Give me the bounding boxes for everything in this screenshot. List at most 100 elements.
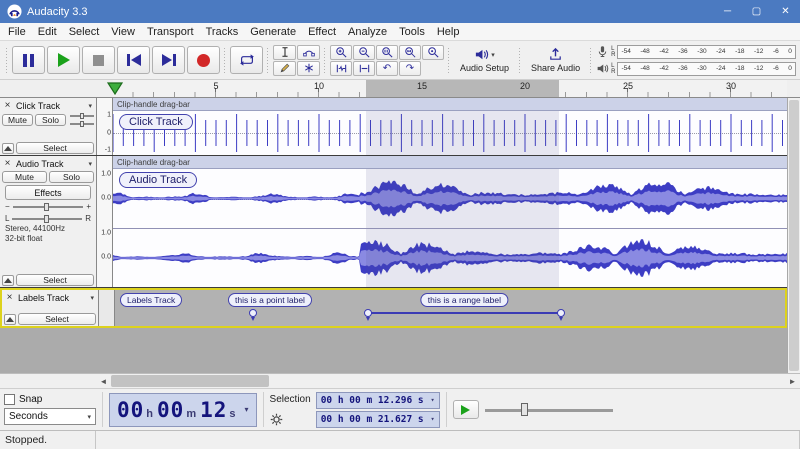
snap-checkbox[interactable]: [4, 394, 15, 405]
pause-button[interactable]: [12, 46, 45, 74]
mute-button[interactable]: Mute: [2, 171, 47, 183]
menu-item[interactable]: Edit: [32, 23, 63, 40]
selection-end-field[interactable]: 00 h 00 m 21.627 s▾: [316, 411, 440, 428]
close-track-button[interactable]: ×: [2, 158, 13, 169]
recording-meter[interactable]: LR -54-48-42-36-30-24-18-12-60: [596, 44, 796, 60]
menu-item[interactable]: Analyze: [342, 23, 393, 40]
gain-slider[interactable]: [13, 203, 84, 211]
click-track-vertical-ruler[interactable]: 1 0 -1: [97, 98, 113, 155]
menu-item[interactable]: Tools: [393, 23, 431, 40]
menu-item[interactable]: Tracks: [200, 23, 245, 40]
toolbar-grip[interactable]: [447, 47, 451, 73]
envelope-tool-button[interactable]: [297, 45, 320, 60]
click-track-waveform-area[interactable]: Clip-handle drag-bar Click Track: [113, 98, 787, 155]
menu-item[interactable]: Transport: [141, 23, 200, 40]
track-name-pill[interactable]: Click Track: [119, 114, 193, 130]
label-pill[interactable]: this is a range label: [421, 293, 508, 307]
trim-outside-selection-button[interactable]: [330, 61, 352, 76]
label-marker[interactable]: [249, 309, 257, 317]
click-track-clip[interactable]: Click Track: [113, 111, 787, 155]
stop-button[interactable]: [82, 46, 115, 74]
minimize-button[interactable]: ─: [713, 0, 742, 23]
audio-channel-left[interactable]: Audio Track: [113, 169, 787, 228]
draw-tool-button[interactable]: [273, 61, 296, 76]
collapse-track-button[interactable]: [2, 143, 14, 154]
zoom-out-button[interactable]: [353, 45, 375, 60]
select-track-button[interactable]: Select: [18, 313, 96, 325]
vertical-scrollbar[interactable]: [787, 98, 800, 373]
fit-selection-button[interactable]: [376, 45, 398, 60]
track-name-menu[interactable]: Click Track▾: [14, 101, 94, 111]
effects-button[interactable]: Effects: [5, 185, 91, 200]
zoom-toggle-button[interactable]: [422, 45, 444, 60]
horizontal-scrollbar-track[interactable]: [111, 374, 785, 388]
audio-channel-right[interactable]: [113, 228, 787, 287]
playback-meter[interactable]: LR -54-48-42-36-30-24-18-12-60: [596, 61, 796, 77]
menu-item[interactable]: View: [105, 23, 141, 40]
scroll-right-arrow[interactable]: ►: [785, 374, 800, 388]
label-pill[interactable]: this is a point label: [228, 293, 312, 307]
caret-down-icon[interactable]: ▾: [245, 405, 249, 414]
play-button[interactable]: [47, 46, 80, 74]
playhead-triangle[interactable]: [107, 82, 123, 95]
fit-project-button[interactable]: [399, 45, 421, 60]
gain-slider[interactable]: [70, 113, 94, 119]
track-name-pill[interactable]: Labels Track: [120, 293, 182, 307]
toolbar-grip[interactable]: [223, 47, 227, 73]
share-audio-button[interactable]: Share Audio: [525, 44, 586, 76]
selection-tool-button[interactable]: [273, 45, 296, 60]
audio-position-display[interactable]: 00h 00m 12s ▾: [109, 393, 257, 427]
redo-button[interactable]: ↷: [399, 61, 421, 76]
label-marker[interactable]: [557, 309, 565, 317]
pan-slider[interactable]: [70, 121, 94, 127]
label-marker[interactable]: [364, 309, 372, 317]
close-button[interactable]: ✕: [771, 0, 800, 23]
playback-speed-slider[interactable]: [485, 403, 613, 417]
skip-to-end-button[interactable]: [152, 46, 185, 74]
close-track-button[interactable]: ×: [2, 100, 13, 111]
select-track-button[interactable]: Select: [16, 142, 94, 154]
vertical-scrollbar-thumb[interactable]: [789, 100, 799, 371]
close-track-button[interactable]: ×: [4, 292, 15, 303]
toolbar-grip[interactable]: [266, 47, 270, 73]
pan-slider[interactable]: [12, 215, 82, 223]
menu-item[interactable]: Help: [431, 23, 466, 40]
menu-item[interactable]: Generate: [244, 23, 302, 40]
select-track-button[interactable]: Select: [16, 274, 94, 286]
multi-tool-button[interactable]: [297, 61, 320, 76]
range-label-bar[interactable]: [368, 312, 560, 314]
undo-button[interactable]: ↶: [376, 61, 398, 76]
solo-button[interactable]: Solo: [35, 114, 66, 126]
selection-start-field[interactable]: 00 h 00 m 12.296 s▾: [316, 392, 440, 409]
solo-button[interactable]: Solo: [49, 171, 94, 183]
track-name-menu[interactable]: Audio Track▾: [14, 159, 94, 169]
track-name-pill[interactable]: Audio Track: [119, 172, 197, 188]
labels-area[interactable]: Labels Track this is a point label this i…: [115, 290, 785, 326]
audio-setup-button[interactable]: ▾ Audio Setup: [454, 44, 515, 76]
menu-item[interactable]: File: [2, 23, 32, 40]
toolbar-grip[interactable]: [5, 47, 9, 73]
audio-track-vertical-ruler[interactable]: 1.0 0.0 1.0 0.0: [97, 156, 113, 287]
track-name-menu[interactable]: Labels Track▾: [16, 293, 96, 303]
toolbar-grip[interactable]: [589, 47, 593, 73]
play-at-speed-button[interactable]: [453, 400, 479, 419]
speed-slider-thumb[interactable]: [521, 403, 528, 416]
snap-mode-dropdown[interactable]: Seconds ▾: [4, 408, 96, 425]
mute-button[interactable]: Mute: [2, 114, 33, 126]
clip-drag-bar[interactable]: Clip-handle drag-bar: [113, 156, 787, 169]
clip-drag-bar[interactable]: Clip-handle drag-bar: [113, 98, 787, 111]
gear-icon[interactable]: [270, 413, 283, 426]
toolbar-grip[interactable]: [518, 47, 522, 73]
horizontal-scrollbar-thumb[interactable]: [111, 375, 269, 387]
record-button[interactable]: [187, 46, 220, 74]
menu-item[interactable]: Select: [63, 23, 106, 40]
timeline-ruler[interactable]: 51015202530: [113, 80, 787, 98]
zoom-in-button[interactable]: [330, 45, 352, 60]
loop-button[interactable]: [230, 46, 263, 74]
collapse-track-button[interactable]: [2, 275, 14, 286]
skip-to-start-button[interactable]: [117, 46, 150, 74]
menu-item[interactable]: Effect: [302, 23, 342, 40]
maximize-button[interactable]: ▢: [742, 0, 771, 23]
silence-selection-button[interactable]: [353, 61, 375, 76]
toolbar-grip[interactable]: [323, 47, 327, 73]
